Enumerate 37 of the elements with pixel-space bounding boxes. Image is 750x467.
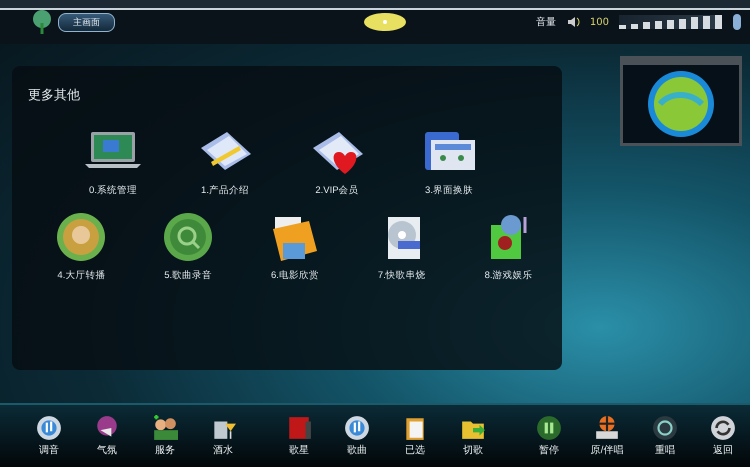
tree-logo-icon [30, 9, 54, 35]
home-label: 主画面 [58, 12, 115, 32]
replay-icon [652, 415, 678, 441]
toolbar-button[interactable]: 暂停 [520, 415, 578, 457]
toolbar-button[interactable]: 原/伴唱 [578, 415, 636, 457]
menu-item[interactable]: 4.大厅转播 [28, 211, 135, 282]
speaker-icon [566, 15, 580, 29]
toolbar-button[interactable]: 切歌 [444, 415, 502, 457]
volume-value: 100 [590, 16, 609, 28]
toolbar-button[interactable]: 服务 [136, 415, 194, 457]
toolbar-button[interactable]: 返回 [694, 415, 750, 457]
refresh-icon [710, 415, 736, 441]
toolbar-button[interactable]: 酒水 [194, 415, 252, 457]
menu-item[interactable]: 5.歌曲录音 [134, 211, 242, 282]
menu-item[interactable]: 1.产品介绍 [169, 126, 281, 197]
toolbar-button[interactable]: 歌曲 [328, 415, 386, 457]
toolbar-button[interactable]: 调音 [20, 415, 78, 457]
volume-label: 音量 [536, 16, 556, 29]
volume-knob-icon[interactable] [732, 13, 742, 31]
toolbar-button[interactable]: 已选 [386, 415, 444, 457]
globe-logo-icon [646, 69, 716, 139]
toolbar-button[interactable]: 气氛 [78, 415, 136, 457]
menu-item[interactable]: 7.快歌串烧 [348, 211, 456, 282]
toolbar-button[interactable]: 重唱 [636, 415, 694, 457]
menu-item[interactable]: 6.电影欣赏 [242, 211, 348, 282]
menu-item[interactable]: 8.游戏娱乐 [455, 211, 562, 282]
disc-button-icon [363, 12, 408, 32]
pause-icon [536, 415, 562, 441]
menu-item[interactable]: 3.界面换肤 [393, 126, 505, 197]
volume-meter[interactable] [619, 15, 722, 29]
drive-icon [594, 415, 620, 441]
home-button[interactable]: 主画面 [30, 9, 115, 35]
panel-title: 更多其他 [28, 87, 81, 104]
menu-item[interactable]: 0.系统管理 [57, 126, 169, 197]
toolbar-button[interactable]: 歌星 [270, 415, 328, 457]
people-icon [152, 415, 178, 441]
menu-item[interactable]: 2.VIP会员 [281, 126, 393, 197]
